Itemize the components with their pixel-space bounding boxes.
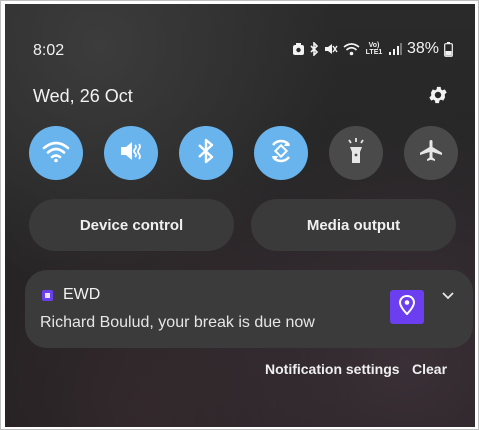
gear-icon[interactable] bbox=[427, 84, 449, 106]
network-volte-label: Vo) bbox=[368, 42, 380, 49]
ewd-app-icon bbox=[42, 290, 53, 301]
mute-toggle[interactable] bbox=[104, 126, 158, 180]
network-lte-label: LTE1 bbox=[365, 49, 383, 56]
mute-icon bbox=[118, 139, 144, 168]
battery-percent: 38% bbox=[406, 40, 439, 57]
notification-card[interactable]: EWD Richard Boulud, your break is due no… bbox=[25, 270, 473, 348]
clear-button[interactable]: Clear bbox=[412, 361, 447, 377]
wifi-icon bbox=[42, 139, 70, 168]
auto-rotate-toggle[interactable] bbox=[254, 126, 308, 180]
auto-rotate-icon bbox=[267, 137, 295, 170]
quick-toggles-row bbox=[29, 126, 459, 180]
airplane-icon bbox=[418, 138, 444, 169]
notification-thumbnail bbox=[390, 290, 424, 324]
wifi-toggle[interactable] bbox=[29, 126, 83, 180]
battery-icon bbox=[444, 41, 453, 57]
device-control-label: Device control bbox=[79, 216, 184, 234]
alarm-icon bbox=[292, 42, 305, 56]
notification-app-name: EWD bbox=[63, 286, 101, 303]
airplane-mode-toggle[interactable] bbox=[404, 126, 458, 180]
media-output-button[interactable]: Media output bbox=[251, 199, 456, 251]
notification-settings-link[interactable]: Notification settings bbox=[265, 361, 400, 377]
device-control-button[interactable]: Device control bbox=[29, 199, 234, 251]
network-type-label: Vo) LTE1 bbox=[365, 42, 383, 56]
location-pin-icon bbox=[398, 294, 416, 320]
notification-message: Richard Boulud, your break is due now bbox=[40, 314, 315, 331]
flashlight-toggle[interactable] bbox=[329, 126, 383, 180]
date-label: Wed, 26 Oct bbox=[33, 86, 133, 106]
wifi-icon bbox=[343, 42, 360, 56]
status-icons: Vo) LTE1 38% bbox=[292, 40, 453, 58]
status-time: 8:02 bbox=[33, 42, 65, 59]
screenshot-frame: 8:02 Vo) LTE1 38% Wed, 26 Oct Device con… bbox=[0, 0, 479, 430]
chevron-down-icon[interactable] bbox=[441, 288, 455, 302]
media-output-label: Media output bbox=[306, 216, 401, 234]
flashlight-icon bbox=[345, 137, 367, 170]
bluetooth-icon bbox=[310, 42, 319, 56]
bluetooth-icon bbox=[197, 138, 215, 169]
bluetooth-toggle[interactable] bbox=[179, 126, 233, 180]
mute-icon bbox=[324, 42, 338, 56]
signal-icon bbox=[388, 42, 402, 56]
notification-shade: 8:02 Vo) LTE1 38% Wed, 26 Oct Device con… bbox=[5, 4, 475, 427]
